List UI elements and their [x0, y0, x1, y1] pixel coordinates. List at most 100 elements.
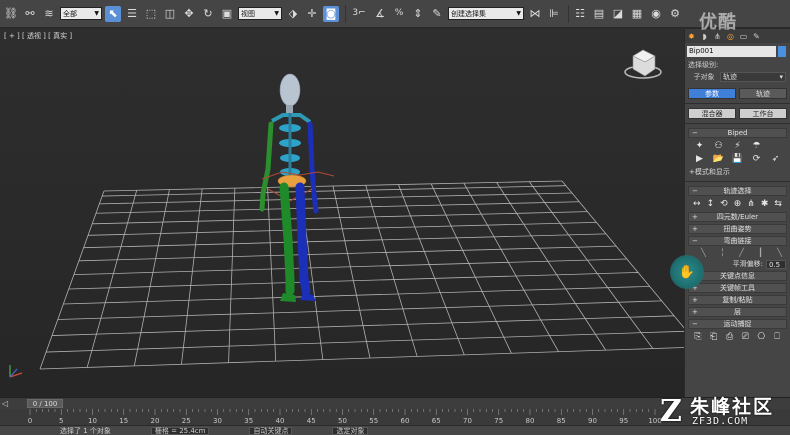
edit-named-sel-icon[interactable]: ✎	[429, 6, 445, 22]
grid-line	[463, 182, 559, 352]
snap-toggle-icon[interactable]: 3 ⌐	[349, 6, 369, 22]
bend-link-icon[interactable]: ╲	[701, 248, 706, 257]
ref-coord-dropdown[interactable]: 视图 ▼	[238, 7, 282, 20]
biped-head[interactable]	[279, 73, 301, 107]
show-buffer-icon[interactable]: ⎔	[754, 332, 768, 342]
load-file-icon[interactable]: 📂	[710, 154, 727, 164]
rect-selection-icon[interactable]: ⬚	[143, 6, 159, 22]
smooth-offset-spinner[interactable]: 0.5	[766, 259, 786, 269]
pivot-center-icon[interactable]: ⬗	[285, 6, 301, 22]
world-axis-icon	[9, 365, 23, 378]
params-track-buttons: 参数 轨迹	[688, 88, 787, 99]
selected-object-dropdown[interactable]: 选定对象	[332, 426, 369, 435]
batch-file-icon[interactable]: ⎕	[770, 332, 784, 342]
convert-mocap-icon[interactable]: ⎗	[707, 332, 721, 342]
mixer-mode-icon[interactable]: ☂	[748, 141, 765, 151]
layer-manager-icon[interactable]: ☷	[572, 6, 588, 22]
unlink-icon[interactable]: ⚯	[22, 6, 38, 22]
spinner-snap-icon[interactable]: ⇕	[410, 6, 426, 22]
rollout-copy-paste[interactable]: + 复制/粘贴	[688, 295, 787, 305]
params-button[interactable]: 参数	[688, 88, 736, 99]
convert-icon[interactable]: ⟳	[748, 154, 765, 164]
auto-key-button[interactable]: 自动关键点	[249, 426, 293, 435]
rollout-layers[interactable]: + 层	[688, 307, 787, 317]
move-all-icon[interactable]: ➶	[767, 154, 784, 164]
smooth-twist-icon[interactable]: ┃	[758, 248, 763, 257]
graphite-ribbon-icon[interactable]: ▤	[591, 6, 607, 22]
select-symmetry-icon[interactable]: ✱	[759, 199, 771, 209]
object-name-field[interactable]: Bip001	[687, 46, 776, 57]
link-icon[interactable]: ⛓	[3, 6, 19, 22]
motion-flow-icon[interactable]: ⚡	[729, 141, 746, 151]
rotate-icon[interactable]: ↻	[200, 6, 216, 22]
object-color-swatch[interactable]	[778, 46, 786, 57]
rollout-biped[interactable]: − Biped	[688, 128, 787, 138]
symmetrical-icon[interactable]: ⋔	[745, 199, 757, 209]
body-vertical-icon[interactable]: ↕	[705, 199, 717, 209]
select-by-name-icon[interactable]: ☰	[124, 6, 140, 22]
rollout-quat-euler[interactable]: + 四元数/Euler	[688, 212, 787, 222]
align-icon[interactable]: ⊫	[546, 6, 562, 22]
select-object-icon[interactable]: ⬉	[105, 5, 121, 22]
scale-icon[interactable]: ▣	[219, 6, 235, 22]
angle-snap-icon[interactable]: ∡	[372, 6, 388, 22]
keyboard-shortcut-icon[interactable]: ◙	[323, 5, 339, 22]
rollout-twist-pose[interactable]: + 扭曲姿势	[688, 224, 787, 234]
selection-filter-dropdown[interactable]: 全部 ▼	[60, 7, 102, 20]
curve-editor-icon[interactable]: ◪	[610, 6, 626, 22]
move-icon[interactable]: ✥	[181, 6, 197, 22]
viewcube-icon[interactable]	[624, 49, 662, 79]
biped-left-arm[interactable]	[259, 121, 274, 212]
grid-line	[496, 182, 607, 351]
schematic-view-icon[interactable]: ▦	[629, 6, 645, 22]
viewport-scene	[9, 49, 684, 378]
perspective-viewport[interactable]: [ + ] [ 透视 ] [ 真实 ]	[0, 29, 684, 397]
footstep-mode-icon[interactable]: ⚇	[710, 141, 727, 151]
biped-left-foot[interactable]	[280, 293, 296, 302]
twist-link-icon[interactable]: ╎	[720, 248, 725, 257]
biped-right-leg[interactable]	[295, 182, 311, 296]
biped-neck[interactable]	[286, 105, 293, 113]
paste-buffer-icon[interactable]: ⎚	[738, 332, 752, 342]
mirror-icon[interactable]: ⋈	[527, 6, 543, 22]
rollout-bend-links[interactable]: − 弯曲链接	[688, 236, 787, 246]
sublevel-value: 轨迹	[723, 73, 737, 81]
display-tab-icon[interactable]: ▭	[739, 32, 748, 41]
percent-snap-icon[interactable]: %	[391, 6, 407, 22]
time-slider-prev-icon[interactable]: ◁	[2, 399, 12, 408]
material-editor-icon[interactable]: ◉	[648, 6, 664, 22]
rollout-layers-title: 层	[734, 308, 741, 316]
rollout-track-select[interactable]: − 轨迹选择	[688, 186, 787, 196]
twist-individual-icon[interactable]: ╱	[739, 248, 744, 257]
biped-right-arm[interactable]	[307, 121, 319, 214]
track-button[interactable]: 轨迹	[739, 88, 787, 99]
window-crossing-icon[interactable]: ◫	[162, 6, 178, 22]
select-opposite-icon[interactable]: ⇆	[772, 199, 784, 209]
command-panel: ✸ ◗ ⋔ ◎ ▭ ✎ Bip001 选择级别: 子对象 轨迹 ▾ 参数 轨迹 混…	[684, 29, 790, 397]
rollout-key-tools[interactable]: + 关键帧工具	[688, 283, 787, 293]
viewport-label[interactable]: [ + ] [ 透视 ] [ 真实 ]	[4, 31, 72, 41]
render-setup-icon[interactable]: ⚙	[667, 6, 683, 22]
biped-playback-icon[interactable]: ▶	[691, 154, 708, 164]
lock-com-icon[interactable]: ⊕	[732, 199, 744, 209]
load-buffer-icon[interactable]: ⎙	[723, 332, 737, 342]
zero-twist-icon[interactable]: ╲	[777, 248, 782, 257]
workbench-button[interactable]: 工作台	[739, 108, 787, 119]
create-tab-icon[interactable]: ✸	[687, 32, 696, 41]
bind-space-warp-icon[interactable]: ≋	[41, 6, 57, 22]
biped-left-leg[interactable]	[279, 182, 295, 296]
rollout-motion-capture[interactable]: − 运动捕捉	[688, 319, 787, 329]
time-slider-thumb[interactable]: 0 / 100	[27, 399, 63, 408]
biped-right-foot[interactable]	[300, 293, 316, 301]
save-file-icon[interactable]: 💾	[729, 154, 746, 164]
body-horizontal-icon[interactable]: ↔	[691, 199, 703, 209]
mode-display-rollout[interactable]: +模式和显示	[689, 167, 790, 177]
sublevel-dropdown[interactable]: 轨迹 ▾	[720, 72, 786, 82]
load-mocap-icon[interactable]: ⎘	[691, 332, 705, 342]
select-manipulate-icon[interactable]: ✛	[304, 6, 320, 22]
body-rotation-icon[interactable]: ⟲	[718, 199, 730, 209]
named-selection-sets-dropdown[interactable]: 创建选择集 ▼	[448, 7, 524, 20]
figure-mode-icon[interactable]: ✦	[691, 141, 708, 151]
mixer-button[interactable]: 混合器	[688, 108, 736, 119]
utilities-tab-icon[interactable]: ✎	[752, 32, 761, 41]
